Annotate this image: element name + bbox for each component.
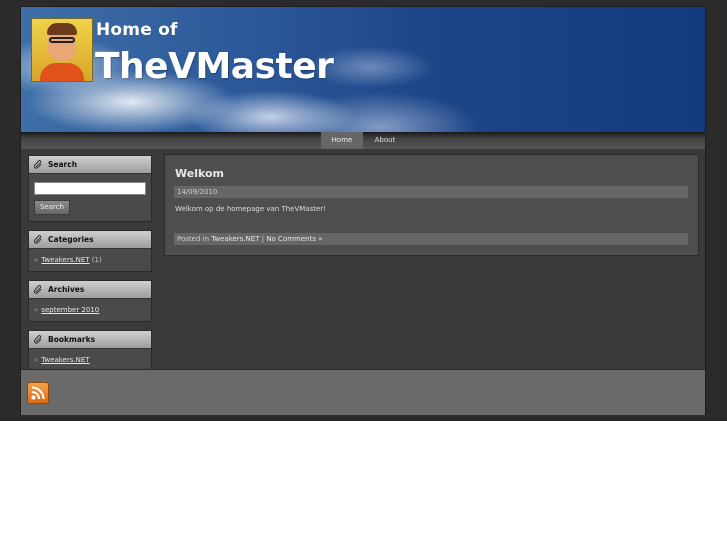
- double-chevron-icon: »: [34, 306, 39, 314]
- archives-widget-header: Archives: [29, 281, 151, 299]
- categories-widget-title: Categories: [48, 235, 94, 244]
- archives-widget-title: Archives: [48, 285, 85, 294]
- site-title-small: Home of: [96, 20, 178, 40]
- post-title[interactable]: Welkom: [175, 167, 224, 180]
- search-widget-title: Search: [48, 160, 78, 169]
- posted-in-label: Posted in: [177, 235, 210, 243]
- post-date: 14/09/2010: [174, 186, 688, 198]
- search-widget: Search Search: [28, 155, 152, 222]
- post-category-link[interactable]: Tweakers.NET: [211, 235, 259, 243]
- comments-link[interactable]: No Comments »: [266, 235, 322, 243]
- avatar: [31, 18, 93, 82]
- main-nav: Home About: [21, 132, 705, 149]
- post-meta: Posted in Tweakers.NET | No Comments »: [174, 233, 688, 245]
- site-title[interactable]: TheVMaster: [95, 46, 334, 87]
- category-count: (1): [91, 256, 102, 264]
- categories-widget-header: Categories: [29, 231, 151, 249]
- double-chevron-icon: »: [34, 256, 39, 264]
- double-chevron-icon: »: [34, 356, 39, 364]
- bookmarks-widget-title: Bookmarks: [48, 335, 96, 344]
- archive-link[interactable]: september 2010: [41, 306, 99, 314]
- nav-about[interactable]: About: [365, 132, 405, 149]
- rss-icon[interactable]: [27, 382, 49, 404]
- post-body: Welkom op de homepage van TheVMaster!: [175, 205, 326, 213]
- list-item: » Tweakers.NET: [34, 355, 146, 365]
- list-item: » Tweakers.NET (1): [34, 255, 146, 265]
- search-button[interactable]: Search: [34, 200, 70, 215]
- bookmarks-widget: Bookmarks » Tweakers.NET: [28, 330, 152, 372]
- sidebar: Search Search Categories » Tweakers.NET (…: [28, 155, 152, 380]
- post: Welkom 14/09/2010 Welkom op de homepage …: [164, 154, 699, 256]
- archives-widget: Archives » september 2010: [28, 280, 152, 322]
- search-input[interactable]: [34, 182, 146, 195]
- page-container: Home of TheVMaster Home About Search Sea…: [20, 6, 706, 415]
- search-widget-header: Search: [29, 156, 151, 174]
- bookmarks-widget-header: Bookmarks: [29, 331, 151, 349]
- site-footer: [21, 369, 705, 415]
- category-link[interactable]: Tweakers.NET: [41, 256, 89, 264]
- nav-home[interactable]: Home: [321, 132, 363, 149]
- bookmark-link[interactable]: Tweakers.NET: [41, 356, 89, 364]
- categories-widget: Categories » Tweakers.NET (1): [28, 230, 152, 272]
- list-item: » september 2010: [34, 305, 146, 315]
- meta-separator: |: [261, 235, 265, 243]
- paperclip-icon: [34, 335, 42, 344]
- paperclip-icon: [34, 160, 42, 169]
- paperclip-icon: [34, 285, 42, 294]
- site-header: Home of TheVMaster: [21, 7, 705, 132]
- paperclip-icon: [34, 235, 42, 244]
